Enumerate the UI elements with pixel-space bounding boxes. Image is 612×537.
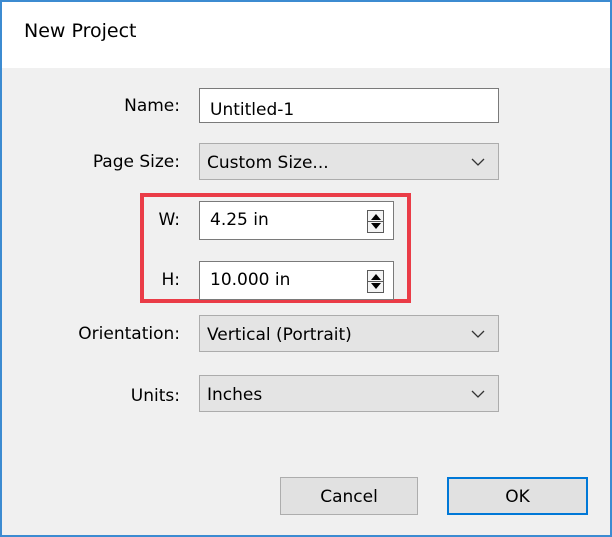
units-value: Inches bbox=[207, 385, 263, 405]
name-input[interactable] bbox=[199, 88, 499, 123]
width-spinner[interactable]: 4.25 in bbox=[199, 201, 394, 240]
dialog-title: New Project bbox=[24, 20, 137, 42]
height-spinner[interactable]: 10.000 in bbox=[199, 261, 394, 300]
orientation-label: Orientation: bbox=[78, 324, 180, 344]
chevron-down-icon bbox=[471, 390, 485, 398]
height-label: H: bbox=[161, 270, 180, 290]
chevron-down-icon bbox=[471, 330, 485, 338]
orientation-value: Vertical (Portrait) bbox=[207, 325, 352, 345]
chevron-down-icon bbox=[471, 158, 485, 166]
name-label: Name: bbox=[124, 96, 180, 116]
title-bar[interactable]: New Project bbox=[2, 2, 610, 68]
spin-divider bbox=[368, 221, 383, 222]
page-size-select[interactable]: Custom Size... bbox=[199, 143, 499, 180]
spin-arrows-icon[interactable] bbox=[367, 210, 384, 233]
width-label: W: bbox=[158, 210, 180, 230]
page-size-value: Custom Size... bbox=[207, 153, 329, 173]
height-value: 10.000 in bbox=[210, 270, 291, 290]
units-label: Units: bbox=[130, 386, 180, 406]
spin-up-icon[interactable] bbox=[371, 214, 381, 220]
new-project-dialog: New Project Name: Page Size: Custom Size… bbox=[0, 0, 612, 537]
page-size-label: Page Size: bbox=[92, 152, 180, 172]
spin-down-icon[interactable] bbox=[371, 223, 381, 229]
spin-up-icon[interactable] bbox=[371, 274, 381, 280]
spin-down-icon[interactable] bbox=[371, 283, 381, 289]
width-value: 4.25 in bbox=[210, 210, 269, 230]
orientation-select[interactable]: Vertical (Portrait) bbox=[199, 315, 499, 352]
cancel-button[interactable]: Cancel bbox=[280, 477, 418, 515]
ok-button[interactable]: OK bbox=[447, 477, 588, 515]
units-select[interactable]: Inches bbox=[199, 375, 499, 412]
spin-arrows-icon[interactable] bbox=[367, 270, 384, 293]
spin-divider bbox=[368, 281, 383, 282]
